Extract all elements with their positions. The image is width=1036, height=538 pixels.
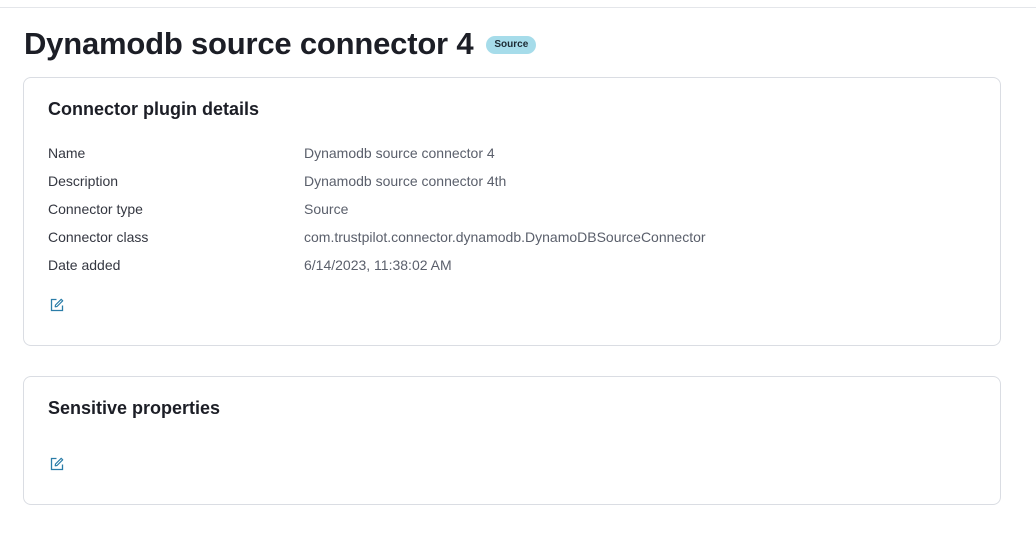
detail-value: Source: [304, 201, 349, 217]
detail-row-description: Description Dynamodb source connector 4t…: [48, 171, 948, 199]
edit-icon: [50, 298, 64, 312]
detail-row-name: Name Dynamodb source connector 4: [48, 143, 948, 171]
detail-row-date-added: Date added 6/14/2023, 11:38:02 AM: [48, 255, 948, 283]
panel-title-details: Connector plugin details: [48, 99, 260, 119]
detail-label: Name: [48, 145, 86, 161]
detail-value: Dynamodb source connector 4th: [304, 173, 507, 189]
panel-title-sensitive: Sensitive properties: [48, 398, 221, 418]
connector-plugin-details-panel: Connector plugin details Name Dynamodb s…: [23, 77, 1001, 346]
detail-row-connector-class: Connector class com.trustpilot.connector…: [48, 227, 948, 255]
edit-icon: [50, 457, 64, 471]
page-header: Dynamodb source connector 4 Source: [24, 24, 537, 64]
sensitive-properties-panel: Sensitive properties: [23, 376, 1001, 505]
detail-value: Dynamodb source connector 4: [304, 145, 495, 161]
connector-type-badge: Source: [486, 36, 537, 54]
detail-row-connector-type: Connector type Source: [48, 199, 948, 227]
detail-label: Date added: [48, 257, 121, 273]
detail-value: 6/14/2023, 11:38:02 AM: [304, 257, 452, 273]
detail-label: Connector type: [48, 201, 143, 217]
detail-value: com.trustpilot.connector.dynamodb.Dynamo…: [304, 229, 706, 245]
top-divider: [0, 7, 1036, 8]
detail-label: Description: [48, 173, 119, 189]
details-list: Name Dynamodb source connector 4 Descrip…: [48, 143, 948, 283]
page-title: Dynamodb source connector 4: [24, 26, 474, 61]
edit-sensitive-properties-button[interactable]: [48, 455, 66, 473]
edit-details-button[interactable]: [48, 296, 66, 314]
detail-label: Connector class: [48, 229, 149, 245]
